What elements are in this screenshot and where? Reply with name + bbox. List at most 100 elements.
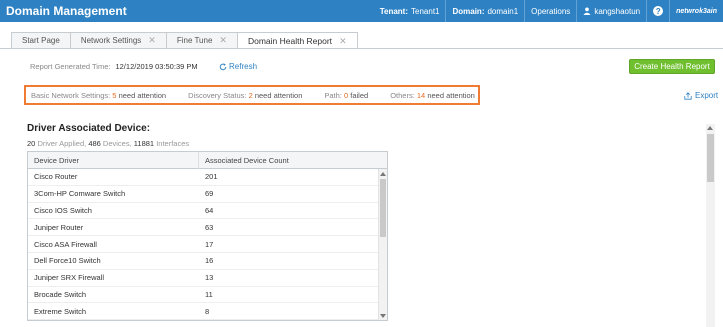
attention-suffix: failed (350, 90, 369, 100)
cell-driver: Cisco Router (34, 172, 78, 182)
scroll-up-icon[interactable] (380, 172, 386, 176)
cell-count: 64 (205, 205, 214, 215)
generated-label: Report Generated Time: (30, 62, 111, 71)
export-link[interactable]: Export (684, 91, 718, 100)
close-icon[interactable]: ✕ (339, 36, 347, 47)
attention-basic-network-settings[interactable]: Basic Network Settings: 5 need attention (31, 91, 166, 100)
logo-text: netwrok3ain (676, 7, 717, 15)
tab-label: Network Settings (80, 36, 142, 45)
tab-domain-health-report[interactable]: Domain Health Report ✕ (236, 32, 358, 49)
cell-driver: Brocade Switch (34, 289, 87, 299)
operations-label: Operations (531, 6, 571, 16)
interfaces-label: Interfaces (156, 139, 190, 148)
attention-count: 14 (416, 90, 426, 100)
table-row[interactable]: Brocade Switch 11 (28, 287, 387, 304)
tab-label: Start Page (22, 36, 60, 45)
domain-label: Domain: (452, 6, 485, 16)
cell-driver: Dell Force10 Switch (34, 256, 101, 266)
refresh-icon (219, 62, 227, 70)
tab-network-settings[interactable]: Network Settings ✕ (69, 32, 167, 48)
devices-count: 486 (88, 139, 101, 148)
brand-logo: netwrok3ain (669, 0, 723, 22)
cell-driver: Juniper Router (34, 222, 84, 232)
column-header-device-count[interactable]: Associated Device Count (199, 156, 289, 165)
table-row[interactable]: Cisco ASA Firewall 17 (28, 236, 387, 253)
attention-label: Discovery Status: (188, 90, 247, 100)
scroll-down-icon[interactable] (380, 314, 386, 318)
table-row[interactable]: Extreme Switch 8 (28, 303, 387, 320)
user-name: kangshaotun (594, 6, 641, 16)
table-row[interactable]: Cisco Router 201 (28, 169, 387, 186)
export-label: Export (695, 91, 719, 100)
cell-driver: Extreme Switch (34, 306, 87, 316)
column-header-device-driver[interactable]: Device Driver (28, 152, 199, 169)
driver-table: Device Driver Associated Device Count Ci… (27, 151, 388, 321)
create-health-report-button[interactable]: Create Health Report (629, 59, 715, 74)
attention-summary: Basic Network Settings: 5 need attention… (24, 85, 480, 105)
tab-label: Fine Tune (176, 36, 213, 45)
interfaces-count: 11881 (133, 139, 155, 148)
attention-suffix: need attention (427, 90, 475, 100)
table-row[interactable]: Cisco IOS Switch 64 (28, 203, 387, 220)
refresh-link[interactable]: Refresh (219, 62, 257, 71)
table-row[interactable]: Juniper SRX Firewall 13 (28, 270, 387, 287)
user-menu[interactable]: kangshaotun (576, 0, 646, 22)
page-scrollbar-thumb[interactable] (707, 134, 714, 182)
cell-count: 16 (205, 256, 214, 266)
domain-selector[interactable]: Domain: domain1 (445, 0, 524, 22)
attention-discovery-status[interactable]: Discovery Status: 2 need attention (188, 91, 302, 100)
cell-count: 8 (205, 306, 210, 316)
top-bar: Domain Management Tenant: Tenant1 Domain… (0, 0, 723, 22)
attention-suffix: need attention (254, 90, 303, 100)
attention-label: Path: (324, 90, 342, 100)
export-icon (684, 91, 692, 100)
tab-divider (0, 48, 723, 49)
cell-count: 63 (205, 222, 214, 232)
top-bar-right: Tenant: Tenant1 Domain: domain1 Operatio… (374, 0, 723, 22)
cell-count: 13 (205, 273, 214, 283)
tab-label: Domain Health Report (247, 36, 333, 46)
close-icon[interactable]: ✕ (148, 35, 156, 46)
attention-count: 0 (343, 90, 349, 100)
cell-driver: Juniper SRX Firewall (34, 273, 105, 283)
cell-count: 17 (205, 239, 214, 249)
tab-strip: Start Page Network Settings ✕ Fine Tune … (11, 32, 358, 49)
tab-fine-tune[interactable]: Fine Tune ✕ (165, 32, 238, 48)
report-generated-time: Report Generated Time: 12/12/2019 03:50:3… (30, 62, 198, 71)
cell-count: 11 (205, 289, 213, 299)
applied-count: 20 (27, 139, 36, 148)
tab-start-page[interactable]: Start Page (11, 32, 71, 48)
table-row[interactable]: Dell Force10 Switch 16 (28, 253, 387, 270)
cell-driver: Cisco IOS Switch (34, 205, 92, 215)
domain-value: domain1 (487, 6, 519, 16)
attention-label: Basic Network Settings: (31, 90, 111, 100)
cell-driver: Cisco ASA Firewall (34, 239, 97, 249)
tenant-selector[interactable]: Tenant: Tenant1 (374, 0, 446, 22)
driver-counts: 20 Driver Applied, 486 Devices, 11881 In… (27, 139, 189, 148)
generated-value: 12/12/2019 03:50:39 PM (115, 62, 198, 71)
app-title: Domain Management (6, 4, 127, 18)
cell-driver: 3Com-HP Comware Switch (34, 189, 126, 199)
driver-section-title: Driver Associated Device: (27, 123, 151, 134)
applied-label: Driver Applied, (37, 139, 87, 148)
close-icon[interactable]: ✕ (219, 35, 227, 46)
operations-menu[interactable]: Operations (524, 0, 576, 22)
table-row[interactable]: 3Com-HP Comware Switch 69 (28, 186, 387, 203)
attention-suffix: need attention (118, 90, 167, 100)
attention-path[interactable]: Path: 0 failed (324, 91, 368, 100)
table-row[interactable]: Juniper Router 63 (28, 219, 387, 237)
help-button[interactable]: ? (646, 0, 669, 22)
tenant-value: Tenant1 (411, 6, 440, 16)
attention-others[interactable]: Others: 14 need attention (390, 91, 475, 100)
tenant-label: Tenant: (379, 6, 409, 16)
cell-count: 201 (205, 172, 218, 182)
table-scrollbar-thumb[interactable] (380, 179, 386, 237)
cell-count: 69 (205, 189, 214, 199)
attention-count: 2 (248, 90, 253, 100)
user-icon (583, 7, 591, 15)
table-header: Device Driver Associated Device Count (28, 152, 387, 169)
page-scrollbar[interactable] (706, 124, 715, 327)
table-scrollbar[interactable] (378, 169, 387, 320)
attention-count: 5 (112, 90, 117, 100)
scroll-up-icon[interactable] (707, 126, 713, 130)
